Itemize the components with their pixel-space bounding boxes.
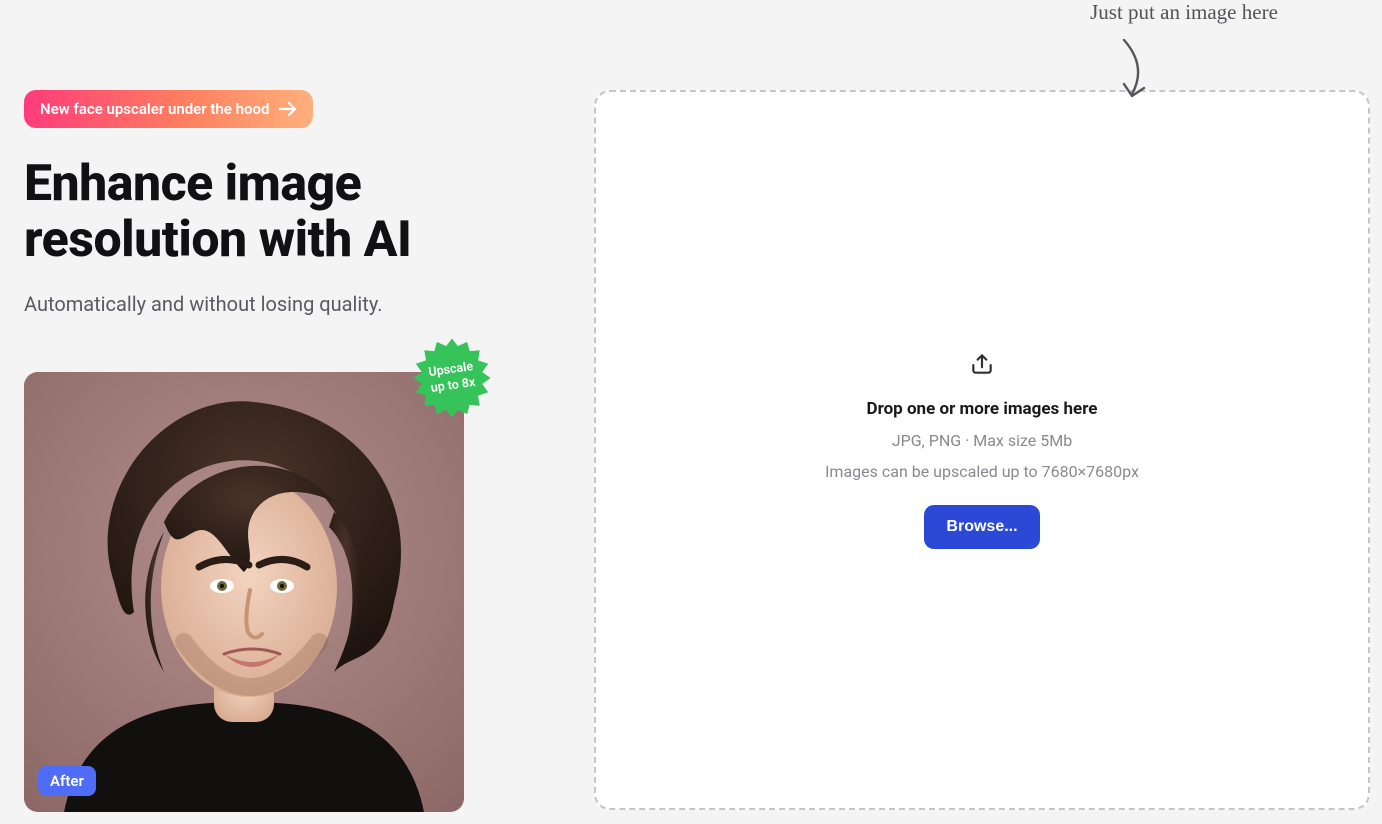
dropzone-limit: Images can be upscaled up to 7680×7680px — [825, 462, 1139, 481]
handwritten-note: Just put an image here — [1054, 0, 1314, 25]
dropzone-formats: JPG, PNG · Max size 5Mb — [892, 431, 1072, 450]
hero-title: Enhance image resolution with AI — [24, 156, 504, 268]
hero-subtitle: Automatically and without losing quality… — [24, 292, 504, 316]
arrow-curve-icon — [1112, 36, 1168, 106]
dropzone[interactable]: Drop one or more images here JPG, PNG · … — [594, 90, 1370, 810]
dropzone-title: Drop one or more images here — [867, 399, 1098, 419]
browse-button[interactable]: Browse... — [924, 505, 1039, 549]
upscale-badge: Upscaleup to 8x — [410, 336, 494, 420]
promo-pill[interactable]: New face upscaler under the hood — [24, 90, 313, 128]
upload-icon — [969, 351, 995, 381]
arrow-right-icon — [279, 102, 297, 116]
preview-image — [24, 372, 464, 812]
promo-label: New face upscaler under the hood — [40, 100, 269, 118]
after-label: After — [38, 766, 96, 796]
